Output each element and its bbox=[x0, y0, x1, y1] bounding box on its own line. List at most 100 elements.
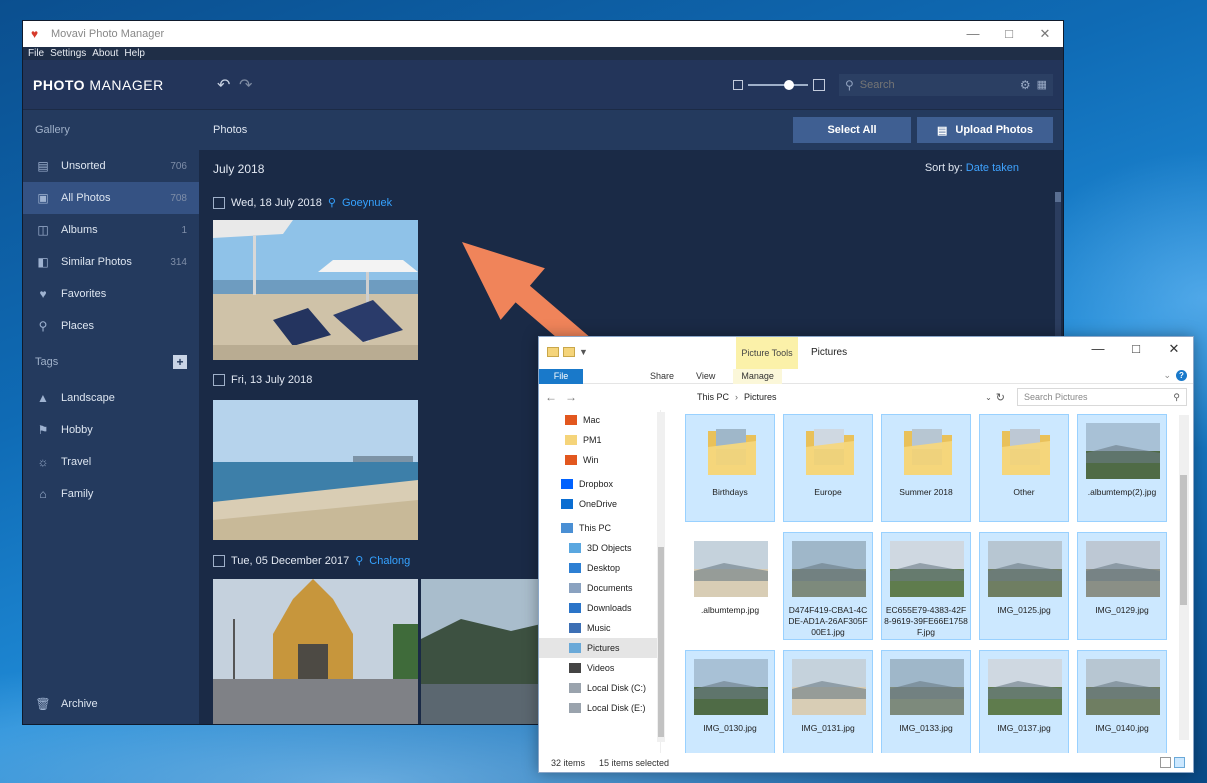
forward-arrow-icon[interactable]: → bbox=[565, 390, 577, 404]
redo-icon[interactable]: ↷ bbox=[239, 75, 261, 95]
tag-landscape[interactable]: ▲ Landscape bbox=[23, 382, 199, 414]
photo-thumbnail[interactable] bbox=[213, 579, 418, 724]
file-item[interactable]: IMG_0140.jpg bbox=[1077, 650, 1167, 758]
photo-thumbnail[interactable] bbox=[213, 400, 418, 540]
day-location[interactable]: Chalong bbox=[369, 555, 410, 567]
maximize-icon[interactable]: □ bbox=[1117, 341, 1155, 357]
minimize-icon[interactable]: — bbox=[1079, 341, 1117, 357]
sort-value[interactable]: Date taken bbox=[966, 162, 1019, 174]
tag-travel[interactable]: ☼ Travel bbox=[23, 446, 199, 478]
chevron-down-icon[interactable]: ⌄ bbox=[1163, 370, 1171, 381]
sidebar-item-archive[interactable]: 🗑 Archive bbox=[23, 688, 199, 720]
properties-icon[interactable] bbox=[547, 347, 559, 357]
day-checkbox[interactable] bbox=[213, 554, 225, 567]
nav-item-win[interactable]: Win bbox=[539, 450, 660, 470]
minimize-icon[interactable]: — bbox=[955, 26, 991, 42]
folder-item[interactable]: Other bbox=[979, 414, 1069, 522]
tag-family[interactable]: ⌂ Family bbox=[23, 478, 199, 510]
close-icon[interactable]: ✕ bbox=[1027, 26, 1063, 42]
close-icon[interactable]: ✕ bbox=[1155, 341, 1193, 357]
nav-item-desktop[interactable]: Desktop bbox=[539, 558, 660, 578]
folder-item[interactable]: Europe bbox=[783, 414, 873, 522]
tab-manage[interactable]: Manage bbox=[733, 368, 782, 384]
address-dropdown-icon[interactable]: ⌄ bbox=[985, 393, 992, 402]
add-tag-icon[interactable]: + bbox=[173, 355, 187, 369]
sidebar-item-albums[interactable]: ◫ Albums 1 bbox=[23, 214, 199, 246]
tab-share[interactable]: Share bbox=[650, 371, 674, 381]
sidebar-item-all-photos[interactable]: ▣ All Photos 708 bbox=[23, 182, 199, 214]
photo-thumbnail[interactable] bbox=[213, 220, 418, 360]
nav-item-pm1[interactable]: PM1 bbox=[539, 430, 660, 450]
zoom-large-icon[interactable] bbox=[813, 78, 825, 91]
folder-item[interactable]: Birthdays bbox=[685, 414, 775, 522]
photo-thumbnail[interactable] bbox=[421, 579, 541, 724]
day-checkbox[interactable] bbox=[213, 196, 225, 209]
nav-item-onedrive[interactable]: OneDrive bbox=[539, 494, 660, 514]
pm-titlebar: ♥ Movavi Photo Manager — □ ✕ bbox=[23, 21, 1063, 47]
file-item[interactable]: .albumtemp.jpg bbox=[685, 532, 775, 640]
zoom-small-icon[interactable] bbox=[733, 79, 743, 90]
sidebar-item-unsorted[interactable]: ▤ Unsorted 706 bbox=[23, 150, 199, 182]
menu-about[interactable]: About bbox=[92, 48, 118, 59]
nav-item-downloads[interactable]: Downloads bbox=[539, 598, 660, 618]
nav-scrollbar-thumb[interactable] bbox=[658, 547, 664, 737]
refresh-icon[interactable]: ↻ bbox=[996, 391, 1005, 404]
nav-item-videos[interactable]: Videos bbox=[539, 658, 660, 678]
zoom-slider[interactable] bbox=[733, 78, 825, 91]
menu-settings[interactable]: Settings bbox=[50, 48, 86, 59]
tab-view[interactable]: View bbox=[696, 371, 715, 381]
back-arrow-icon[interactable]: ← bbox=[545, 390, 557, 404]
sidebar-item-favorites[interactable]: ♥ Favorites bbox=[23, 278, 199, 310]
file-item[interactable]: IMG_0129.jpg bbox=[1077, 532, 1167, 640]
nav-item-local-disk-c[interactable]: Local Disk (C:) bbox=[539, 678, 660, 698]
file-item[interactable]: IMG_0125.jpg bbox=[979, 532, 1069, 640]
tab-file[interactable]: File bbox=[539, 368, 583, 384]
upload-photos-button[interactable]: ▤ Upload Photos bbox=[917, 117, 1053, 143]
explorer-window: ▼ Picture Tools Pictures — □ ✕ File Shar… bbox=[538, 336, 1194, 773]
calendar-icon[interactable]: ▦ bbox=[1037, 78, 1047, 91]
day-location[interactable]: Goeynuek bbox=[342, 197, 392, 209]
pm-search-input[interactable] bbox=[859, 78, 1000, 91]
file-item[interactable]: .albumtemp(2).jpg bbox=[1077, 414, 1167, 522]
select-all-button[interactable]: Select All bbox=[793, 117, 911, 143]
nav-item-this-pc[interactable]: This PC bbox=[539, 518, 660, 538]
file-item[interactable]: IMG_0131.jpg bbox=[783, 650, 873, 758]
tag-hobby[interactable]: ⚑ Hobby bbox=[23, 414, 199, 446]
maximize-icon[interactable]: □ bbox=[991, 26, 1027, 42]
picture-tools-tab[interactable]: Picture Tools bbox=[736, 337, 798, 369]
file-item[interactable]: IMG_0130.jpg bbox=[685, 650, 775, 758]
sidebar-item-similar-photos[interactable]: ◧ Similar Photos 314 bbox=[23, 246, 199, 278]
nav-item-music[interactable]: Music bbox=[539, 618, 660, 638]
details-view-icon[interactable] bbox=[1160, 757, 1171, 768]
file-item[interactable]: EC655E79-4383-42F8-9619-39FE66E1758F.jpg bbox=[881, 532, 971, 640]
zoom-thumb[interactable] bbox=[784, 79, 794, 90]
sort-control[interactable]: Sort by: Date taken bbox=[925, 162, 1019, 174]
similar-icon: ◧ bbox=[37, 255, 49, 269]
pm-scrollbar-thumb[interactable] bbox=[1055, 192, 1061, 202]
file-item[interactable]: D474F419-CBA1-4CDE-AD1A-26AF305F00E1.jpg bbox=[783, 532, 873, 640]
large-icons-view-icon[interactable] bbox=[1174, 757, 1185, 768]
nav-item-dropbox[interactable]: Dropbox bbox=[539, 474, 660, 494]
new-folder-icon[interactable] bbox=[563, 347, 575, 357]
nav-item-pictures[interactable]: Pictures bbox=[539, 638, 660, 658]
file-item[interactable]: IMG_0133.jpg bbox=[881, 650, 971, 758]
content-scrollbar-thumb[interactable] bbox=[1180, 475, 1187, 605]
filter-settings-icon[interactable]: ⚙ bbox=[1020, 78, 1031, 92]
day-checkbox[interactable] bbox=[213, 374, 225, 386]
menu-file[interactable]: File bbox=[28, 48, 44, 59]
nav-item-mac[interactable]: Mac bbox=[539, 410, 660, 430]
pm-search-box[interactable]: ⚲ ⚙ ▦ bbox=[839, 73, 1053, 96]
image-thumbnail bbox=[792, 659, 866, 715]
undo-icon[interactable]: ↶ bbox=[217, 75, 239, 95]
menu-help[interactable]: Help bbox=[124, 48, 145, 59]
help-icon[interactable]: ? bbox=[1176, 370, 1187, 381]
folder-item[interactable]: Summer 2018 bbox=[881, 414, 971, 522]
ex-search-box[interactable]: Search Pictures ⚲ bbox=[1017, 388, 1187, 406]
nav-item-local-disk-e[interactable]: Local Disk (E:) bbox=[539, 698, 660, 718]
qat-dropdown-icon[interactable]: ▼ bbox=[579, 347, 588, 357]
nav-item-3d-objects[interactable]: 3D Objects bbox=[539, 538, 660, 558]
sidebar-item-places[interactable]: ⚲ Places bbox=[23, 310, 199, 342]
breadcrumb[interactable]: This PC › Pictures ⌄ ↻ bbox=[585, 388, 1009, 406]
nav-item-documents[interactable]: Documents bbox=[539, 578, 660, 598]
file-item[interactable]: IMG_0137.jpg bbox=[979, 650, 1069, 758]
